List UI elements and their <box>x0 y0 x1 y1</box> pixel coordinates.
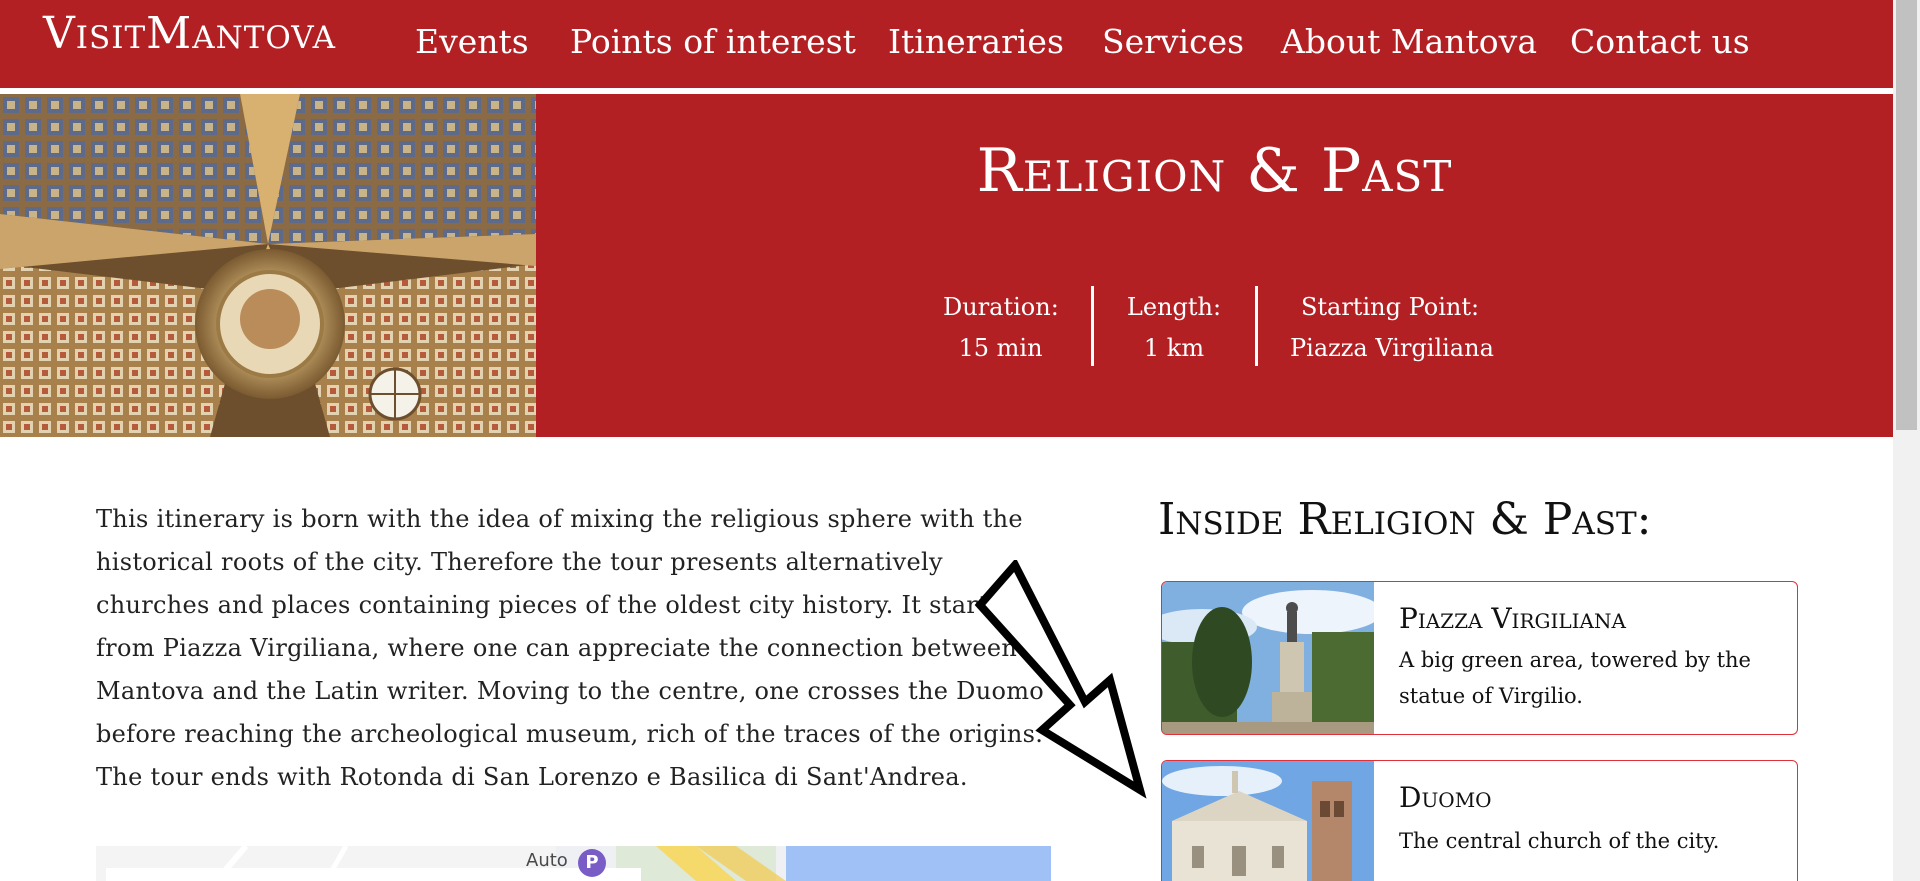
nav-link-contact-us[interactable]: Contact us <box>1570 22 1750 61</box>
sidebar-title: Inside Religion & Past: <box>1158 494 1652 545</box>
stat-length: Length: 1 km <box>1124 287 1224 369</box>
stat-divider <box>1255 286 1258 366</box>
top-navbar: VisitMantova Events Points of interest I… <box>0 0 1893 91</box>
piazza-virgiliana-thumbnail <box>1162 582 1374 734</box>
itinerary-map[interactable]: Auto P <box>96 846 1051 881</box>
nav-link-about-mantova[interactable]: About Mantova <box>1281 22 1537 61</box>
stat-length-value: 1 km <box>1143 334 1205 362</box>
stop-card-title: Piazza Virgiliana <box>1399 602 1626 635</box>
itinerary-hero: Religion & Past Duration: 15 min Length:… <box>0 94 1893 437</box>
stat-duration-value: 15 min <box>958 334 1043 362</box>
stat-duration-label: Duration: <box>943 293 1059 321</box>
stat-duration: Duration: 15 min <box>943 287 1059 369</box>
nav-link-points-of-interest[interactable]: Points of interest <box>570 22 856 61</box>
nav-link-services[interactable]: Services <box>1102 22 1244 61</box>
itinerary-description: This itinerary is born with the idea of … <box>96 505 1045 791</box>
site-logo[interactable]: VisitMantova <box>43 8 336 59</box>
duomo-thumbnail <box>1162 761 1374 881</box>
stat-divider <box>1091 286 1094 366</box>
stat-starting-point-label: Starting Point: <box>1300 293 1480 321</box>
map-parking-icon[interactable]: P <box>578 849 606 877</box>
stop-card-duomo[interactable]: Duomo The central church of the city. <box>1161 760 1798 881</box>
stop-card-description: The central church of the city. <box>1399 829 1720 853</box>
stop-card-description: A big green area, towered by the statue … <box>1399 648 1751 708</box>
map-label: Auto <box>526 850 568 871</box>
nav-link-events[interactable]: Events <box>415 22 529 61</box>
stat-length-label: Length: <box>1126 293 1222 321</box>
nav-link-itineraries[interactable]: Itineraries <box>888 22 1064 61</box>
stat-starting-point-value: Piazza Virgiliana <box>1290 334 1494 362</box>
scrollbar-thumb[interactable] <box>1896 0 1917 430</box>
itinerary-title: Religion & Past <box>976 136 1453 206</box>
stat-starting-point: Starting Point: Piazza Virgiliana <box>1290 287 1494 369</box>
stop-card-piazza-virgiliana[interactable]: Piazza Virgiliana A big green area, towe… <box>1161 581 1798 735</box>
stop-card-title: Duomo <box>1399 781 1492 814</box>
hero-ceiling-image <box>0 94 536 437</box>
